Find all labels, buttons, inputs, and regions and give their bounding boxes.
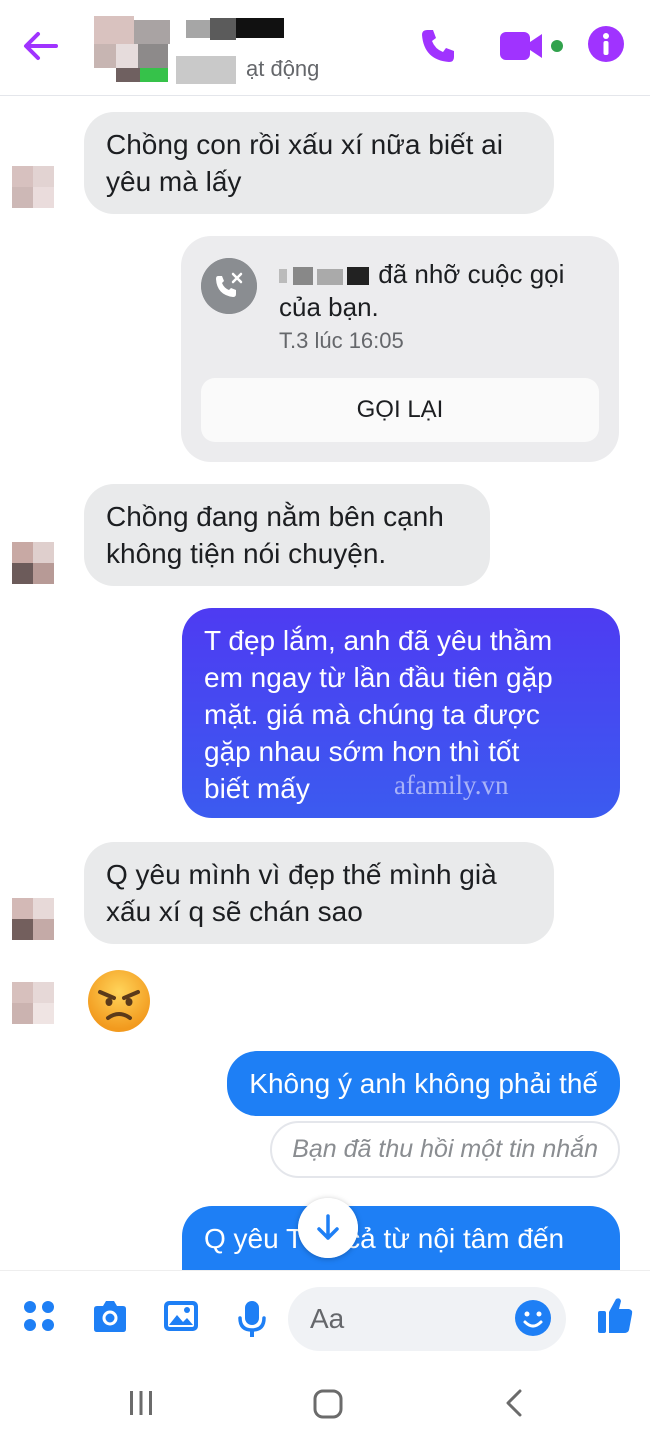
home-icon[interactable] — [312, 1388, 344, 1420]
missed-call-time: T.3 lúc 16:05 — [279, 328, 404, 353]
caller-name-redacted — [279, 265, 371, 287]
camera-icon[interactable] — [90, 1299, 130, 1335]
missed-call-text: đã nhỡ cuộc gọi của bạn. — [279, 258, 599, 324]
message-line: gặp nhau sớm hơn thì tốt — [204, 736, 520, 767]
recents-icon[interactable] — [126, 1388, 156, 1418]
sender-avatar — [12, 898, 54, 940]
message-line: mặt. giá mà chúng ta được — [204, 699, 540, 730]
thumbs-up-icon[interactable] — [596, 1295, 634, 1335]
message-line: Q yêu mình vì đẹp thế mình già — [106, 859, 497, 890]
missed-call-line1: đã nhỡ cuộc gọi — [378, 259, 565, 289]
incoming-message[interactable]: Q yêu mình vì đẹp thế mình già xấu xí q … — [84, 842, 554, 944]
message-line: T đẹp lắm, anh đã yêu thầm — [204, 625, 553, 656]
missed-call-line2: của bạn. — [279, 292, 379, 322]
message-line: cả từ nội tâm đến — [346, 1223, 565, 1254]
outgoing-message[interactable]: Không ý anh không phải thế — [227, 1051, 620, 1116]
message-line: xấu xí q sẽ chán sao — [106, 896, 363, 927]
system-navigation-bar — [0, 1368, 650, 1445]
back-arrow-icon[interactable] — [18, 24, 62, 68]
message-input-placeholder: Aa — [310, 1303, 345, 1334]
image-icon[interactable] — [162, 1299, 200, 1333]
contact-avatar[interactable] — [94, 16, 174, 82]
missed-call-icon — [201, 258, 257, 314]
watermark: afamily.vn — [394, 770, 509, 800]
message-line: Chồng con rồi xấu xí nữa biết ai — [106, 129, 503, 160]
info-icon[interactable] — [588, 26, 624, 62]
unsent-message-notice: Bạn đã thu hồi một tin nhắn — [270, 1121, 620, 1178]
message-line: yêu mà lấy — [106, 166, 242, 197]
online-dot — [551, 40, 563, 52]
message-input[interactable]: Aa — [288, 1287, 566, 1351]
missed-call-card: đã nhỡ cuộc gọi của bạn. T.3 lúc 16:05 G… — [181, 236, 619, 462]
angry-face-icon[interactable] — [86, 968, 152, 1034]
phone-icon[interactable] — [418, 26, 458, 66]
message-list[interactable]: Chồng con rồi xấu xí nữa biết ai yêu mà … — [0, 96, 650, 1270]
message-line: Q yêu T — [204, 1223, 303, 1254]
sender-avatar — [12, 166, 54, 208]
incoming-message[interactable]: Chồng đang nằm bên cạnh không tiện nói c… — [84, 484, 490, 586]
sender-avatar — [12, 542, 54, 584]
active-status: ạt động — [246, 56, 320, 81]
emoji-icon[interactable] — [514, 1299, 552, 1337]
chat-header: ạt động — [0, 0, 650, 96]
message-composer: Aa — [0, 1270, 650, 1368]
video-camera-icon[interactable] — [498, 26, 544, 66]
scroll-to-bottom-button[interactable] — [298, 1198, 358, 1258]
back-icon[interactable] — [500, 1388, 530, 1418]
message-line: em ngay từ lần đầu tiên gặp — [204, 662, 553, 693]
incoming-message[interactable]: Chồng con rồi xấu xí nữa biết ai yêu mà … — [84, 112, 554, 214]
sender-avatar — [12, 982, 54, 1024]
message-line: không tiện nói chuyện. — [106, 538, 387, 569]
outgoing-message[interactable]: Q yêu T cả từ nội tâm đến — [182, 1206, 620, 1270]
message-line: Không ý anh không phải thế — [249, 1068, 598, 1099]
microphone-icon[interactable] — [236, 1299, 268, 1339]
contact-name-redacted — [176, 18, 296, 84]
message-line: Chồng đang nằm bên cạnh — [106, 501, 444, 532]
apps-icon[interactable] — [22, 1299, 56, 1333]
call-back-button[interactable]: GỌI LẠI — [201, 378, 599, 442]
